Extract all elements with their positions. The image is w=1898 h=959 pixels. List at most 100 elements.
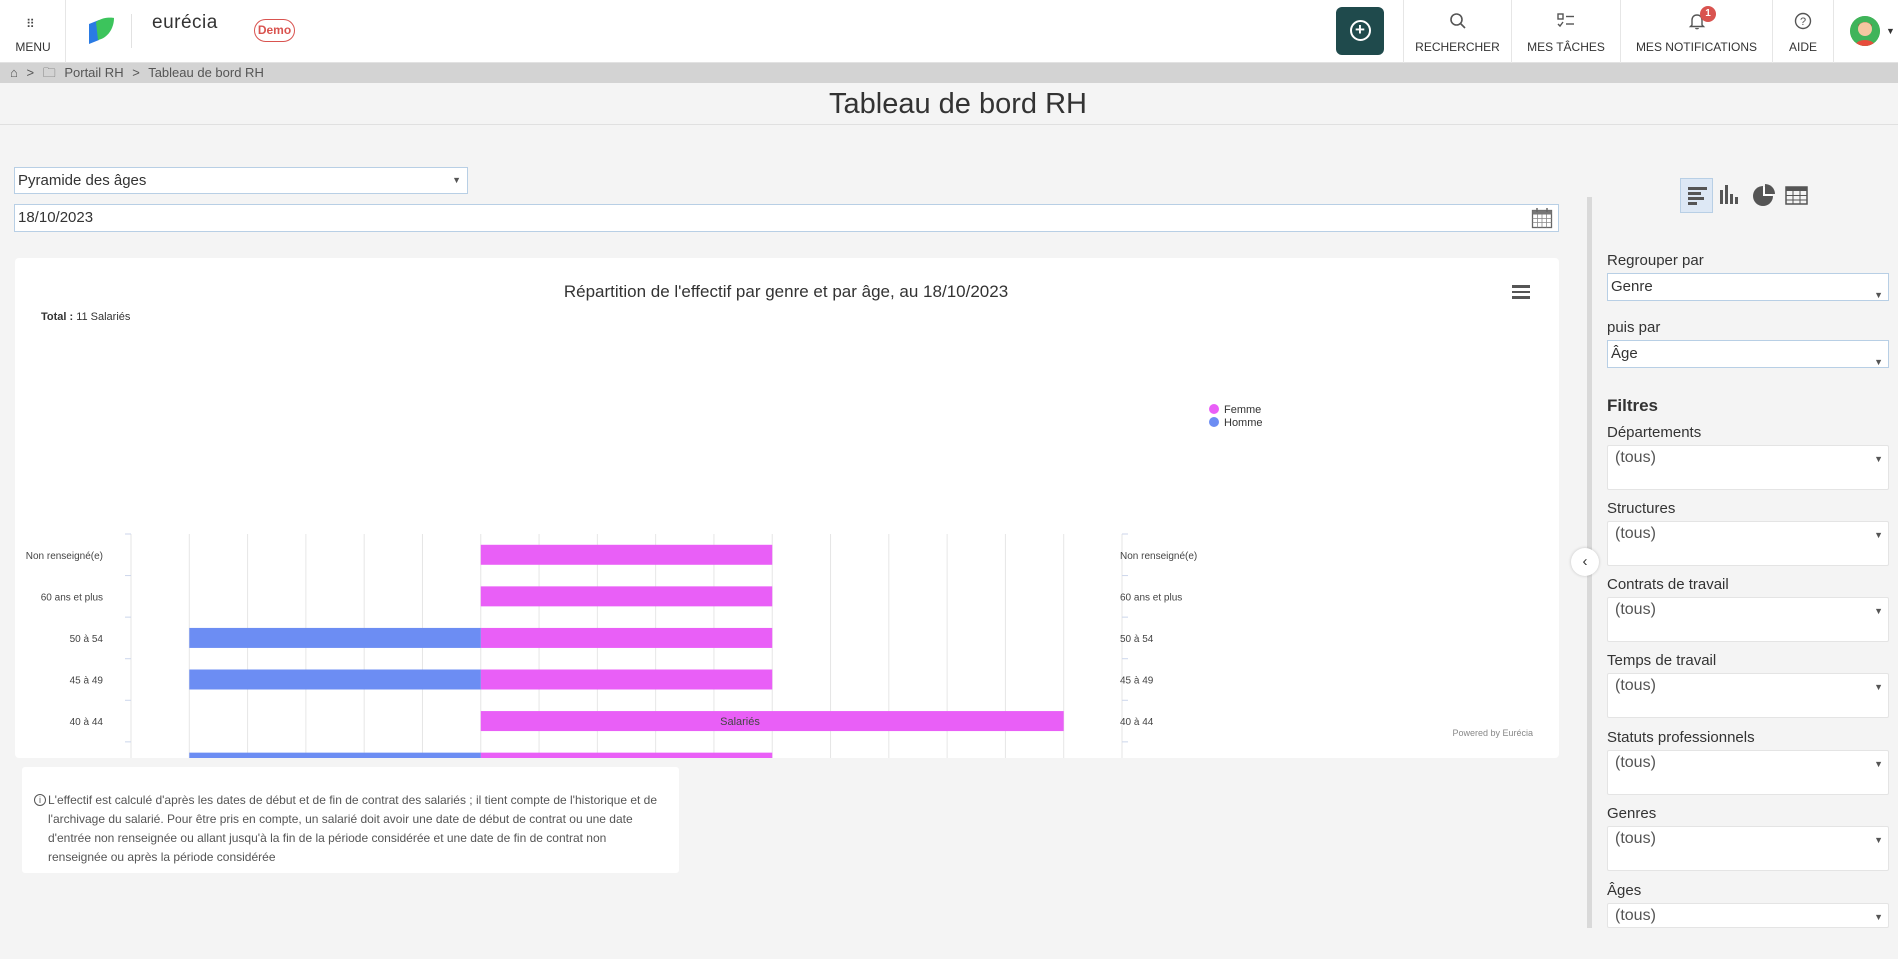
nav-tasks[interactable]: MES TÂCHES	[1511, 0, 1620, 63]
user-menu-caret-icon[interactable]: ▼	[1886, 26, 1895, 36]
column-view-button[interactable]	[1713, 178, 1746, 213]
filter-value: (tous)	[1615, 601, 1656, 618]
user-avatar[interactable]	[1850, 16, 1880, 46]
filter-value: (tous)	[1615, 449, 1656, 466]
bar-femme	[480, 627, 773, 648]
filter-statuts[interactable]: (tous) ▼	[1607, 750, 1889, 795]
nav-help[interactable]: ? AIDE	[1772, 0, 1834, 63]
report-type-select[interactable]: Pyramide des âges ▼	[14, 167, 468, 194]
filter-ages[interactable]: (tous) ▼	[1607, 903, 1889, 928]
grid-icon: ⠿	[26, 17, 35, 31]
age-pyramid-chart: Répartition de l'effectif par genre et p…	[26, 282, 1533, 758]
info-note: i L'effectif est calculé d'après les dat…	[22, 767, 679, 873]
nav-notifications[interactable]: 1 MES NOTIFICATIONS	[1620, 0, 1772, 63]
chevron-down-icon: ▼	[1874, 606, 1883, 616]
column-chart-icon	[1720, 185, 1738, 204]
chart-menu-icon[interactable]	[1512, 285, 1530, 299]
chevron-down-icon: ▼	[452, 175, 461, 185]
chart-credit[interactable]: Powered by Eurécia	[1452, 728, 1533, 738]
filter-temps[interactable]: (tous) ▼	[1607, 673, 1889, 718]
bar-femme	[480, 669, 773, 690]
add-button[interactable]: +	[1336, 7, 1384, 55]
chart-title: Répartition de l'effectif par genre et p…	[564, 282, 1008, 301]
chevron-down-icon: ▼	[1874, 912, 1883, 922]
then-by-value: Âge	[1611, 345, 1638, 362]
collapse-panel-button[interactable]: ‹	[1571, 548, 1599, 576]
table-icon	[1785, 186, 1808, 205]
chevron-down-icon: ▼	[1874, 682, 1883, 692]
report-type-value: Pyramide des âges	[18, 172, 147, 189]
filter-genres[interactable]: (tous) ▼	[1607, 826, 1889, 871]
brand-name[interactable]: eurécia	[152, 12, 218, 34]
filter-label-genres: Genres	[1607, 805, 1657, 822]
filter-label-temps: Temps de travail	[1607, 652, 1717, 669]
group-by-value: Genre	[1611, 278, 1653, 295]
category-label-right: 40 à 44	[1120, 717, 1154, 728]
category-label-right: Non renseigné(e)	[1120, 551, 1197, 562]
chart-total-label: Total :	[41, 311, 73, 323]
pie-view-button[interactable]	[1747, 178, 1780, 213]
filter-value: (tous)	[1615, 677, 1656, 694]
nav-notifications-label: MES NOTIFICATIONS	[1635, 40, 1758, 54]
breadcrumb-separator: >	[132, 65, 140, 80]
horizontal-bar-view-button[interactable]	[1680, 178, 1713, 213]
category-label-left: 40 à 44	[70, 717, 104, 728]
table-view-button[interactable]	[1780, 178, 1813, 213]
filter-label-contrats: Contrats de travail	[1607, 576, 1729, 593]
plus-icon: +	[1349, 20, 1371, 41]
nav-help-label: AIDE	[1788, 40, 1817, 54]
legend-marker	[1209, 417, 1219, 427]
page-title: Tableau de bord RH	[829, 88, 1087, 120]
info-icon: i	[34, 794, 46, 806]
chevron-down-icon: ▼	[1874, 530, 1883, 540]
nav-search[interactable]: RECHERCHER	[1403, 0, 1511, 63]
breadcrumb-item-portail[interactable]: Portail RH	[64, 65, 123, 80]
chevron-down-icon: ▼	[1874, 835, 1883, 845]
breadcrumb-item-current: Tableau de bord RH	[148, 65, 264, 80]
chart-total-value: 11 Salariés	[76, 311, 131, 323]
notification-count-badge: 1	[1700, 6, 1716, 22]
category-label-right: 60 ans et plus	[1120, 592, 1182, 603]
chevron-down-icon: ▼	[1874, 454, 1883, 464]
bar-homme	[189, 627, 481, 648]
filter-contrats[interactable]: (tous) ▼	[1607, 597, 1889, 642]
date-input[interactable]: 18/10/2023	[14, 204, 1559, 232]
filters-heading: Filtres	[1607, 396, 1659, 415]
x-axis-label: Salariés	[720, 716, 760, 728]
folder-icon: 🗀	[42, 65, 56, 80]
nav-search-label: RECHERCHER	[1415, 40, 1500, 54]
bar-homme	[189, 669, 481, 690]
legend-marker	[1209, 404, 1219, 414]
group-by-label: Regrouper par	[1607, 252, 1704, 269]
home-icon[interactable]: ⌂	[10, 65, 18, 80]
bar-homme	[189, 752, 481, 758]
help-icon: ?	[1773, 12, 1833, 35]
bar-femme	[480, 586, 773, 607]
filter-label-statuts: Statuts professionnels	[1607, 729, 1755, 746]
group-by-select[interactable]: Genre ▼	[1607, 273, 1889, 301]
then-by-select[interactable]: Âge ▼	[1607, 340, 1889, 368]
svg-text:?: ?	[1800, 16, 1806, 28]
menu-button[interactable]: ⠿ MENU	[0, 0, 66, 63]
filter-departements[interactable]: (tous) ▼	[1607, 445, 1889, 490]
category-label-left: 60 ans et plus	[41, 592, 103, 603]
bar-femme	[480, 544, 773, 565]
filter-value: (tous)	[1615, 907, 1656, 924]
chart-card: Répartition de l'effectif par genre et p…	[15, 258, 1559, 758]
filter-label-ages: Âges	[1607, 882, 1642, 899]
pie-chart-icon	[1753, 184, 1775, 206]
bar-femme	[480, 711, 1064, 732]
category-label-left: 50 à 54	[70, 634, 104, 645]
info-note-text: L'effectif est calculé d'après les dates…	[48, 793, 658, 864]
filter-value: (tous)	[1615, 830, 1656, 847]
then-by-label: puis par	[1607, 319, 1661, 336]
chevron-down-icon: ▼	[1874, 357, 1883, 367]
breadcrumb-separator: >	[26, 65, 35, 80]
category-label-left: Non renseigné(e)	[26, 551, 103, 562]
filter-value: (tous)	[1615, 754, 1656, 771]
header-divider	[131, 14, 132, 48]
filter-structures[interactable]: (tous) ▼	[1607, 521, 1889, 566]
calendar-icon[interactable]	[1531, 207, 1553, 229]
chevron-left-icon: ‹	[1582, 553, 1588, 570]
eurecia-logo-icon[interactable]	[86, 14, 116, 46]
